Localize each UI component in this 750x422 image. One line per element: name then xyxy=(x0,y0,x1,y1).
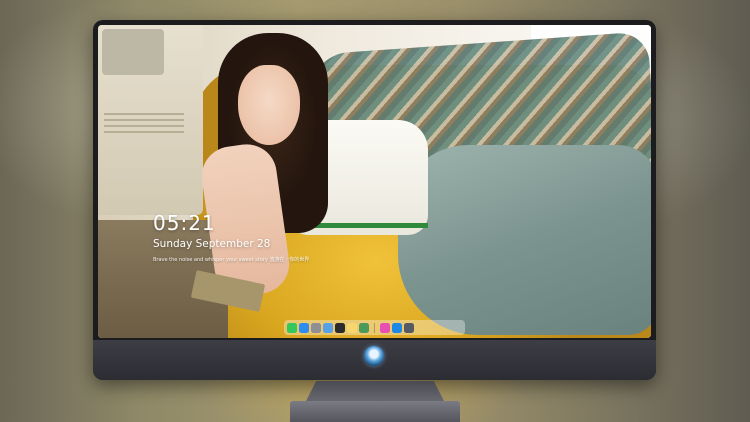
clapper-icon[interactable] xyxy=(335,322,345,333)
computer-vent xyxy=(104,119,184,121)
messages-icon[interactable] xyxy=(287,322,297,333)
wallpaper-person-face xyxy=(238,65,300,145)
monitor-stand-neck xyxy=(305,381,445,403)
computer-vent xyxy=(104,113,184,115)
app-store-icon[interactable] xyxy=(392,322,402,333)
music-icon[interactable] xyxy=(380,322,390,333)
retro-computer-screen xyxy=(102,29,164,75)
computer-vent xyxy=(104,125,184,127)
monitor-stand-base xyxy=(290,401,460,422)
clock-date: Sunday September 28 xyxy=(153,238,271,250)
preview-icon[interactable] xyxy=(323,322,333,333)
camera-icon[interactable] xyxy=(404,322,414,333)
system-settings-icon[interactable] xyxy=(311,322,321,333)
monitor: 05:21 Sunday September 28 Brave the nois… xyxy=(93,20,656,380)
photos-app-icon[interactable] xyxy=(359,322,369,333)
dock xyxy=(284,320,465,335)
finder-icon[interactable] xyxy=(299,322,309,333)
monitor-chin xyxy=(93,340,656,380)
computer-vent xyxy=(104,131,184,133)
brand-logo-icon xyxy=(364,346,384,366)
wallpaper-retro-computer xyxy=(98,25,203,215)
lockscreen-quote: Brave the noise and whisper your sweet s… xyxy=(153,257,310,263)
dock-separator xyxy=(374,322,375,333)
clock-time: 05:21 xyxy=(153,211,216,235)
wallpaper-person-legs xyxy=(398,145,651,335)
screen: 05:21 Sunday September 28 Brave the nois… xyxy=(98,25,651,338)
notes-icon[interactable] xyxy=(347,322,357,333)
